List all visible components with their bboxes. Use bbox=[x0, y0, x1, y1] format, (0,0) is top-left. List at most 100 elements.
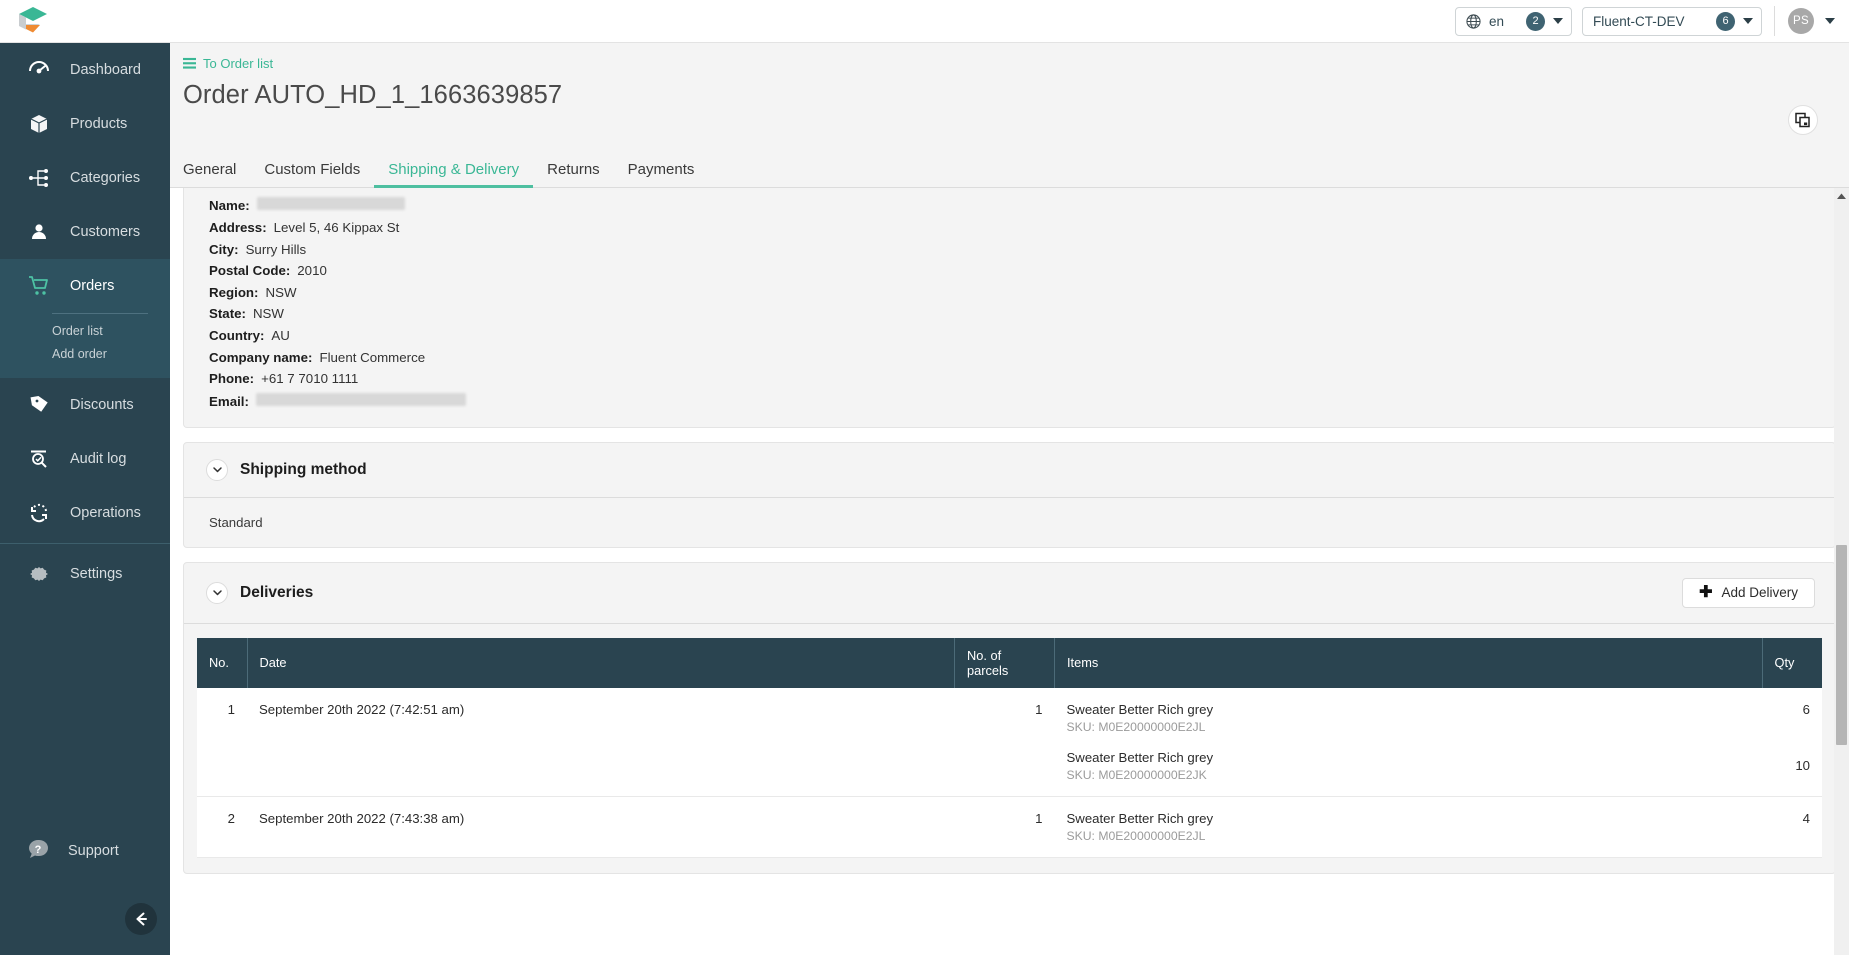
orders-subnav: Order list Add order bbox=[0, 313, 170, 378]
chevron-down-icon bbox=[1553, 18, 1563, 24]
table-header-row: No. Date No. of parcels Items Qty bbox=[197, 638, 1822, 688]
table-row[interactable]: 1 September 20th 2022 (7:42:51 am) 1 Swe… bbox=[197, 688, 1822, 797]
sidebar-item-settings[interactable]: Settings bbox=[0, 547, 170, 601]
sidebar-item-discounts[interactable]: Discounts bbox=[0, 378, 170, 432]
address-value: NSW bbox=[253, 306, 284, 321]
sidebar-item-operations[interactable]: Operations bbox=[0, 486, 170, 540]
item-sku: SKU: M0E20000000E2JK bbox=[1067, 768, 1751, 782]
deliveries-collapse-toggle[interactable] bbox=[206, 582, 228, 604]
dashboard-icon bbox=[26, 57, 52, 83]
item-qty: 4 bbox=[1774, 811, 1810, 826]
item-qty: 6 bbox=[1774, 702, 1810, 717]
chevron-down-icon bbox=[212, 587, 223, 598]
add-delivery-label: Add Delivery bbox=[1721, 585, 1798, 600]
address-label: State: bbox=[209, 306, 246, 321]
cell-qty: 6 10 bbox=[1762, 688, 1822, 797]
sidebar-item-label: Categories bbox=[70, 170, 140, 186]
address-label: City: bbox=[209, 242, 239, 257]
tab-shipping-and-delivery[interactable]: Shipping & Delivery bbox=[374, 161, 533, 187]
sidebar-item-label: Audit log bbox=[70, 451, 126, 467]
audit-search-icon bbox=[26, 446, 52, 472]
duplicate-order-button[interactable] bbox=[1788, 105, 1818, 135]
sidebar-item-customers[interactable]: Customers bbox=[0, 205, 170, 259]
item-name: Sweater Better Rich grey bbox=[1067, 750, 1751, 765]
app-logo[interactable] bbox=[0, 0, 200, 43]
address-row: Country: AU bbox=[184, 325, 1835, 347]
sidebar-item-dashboard[interactable]: Dashboard bbox=[0, 43, 170, 97]
tab-general[interactable]: General bbox=[183, 161, 250, 187]
environment-selector[interactable]: Fluent-CT-DEV 6 bbox=[1582, 7, 1762, 36]
delivery-item: Sweater Better Rich grey SKU: M0E2000000… bbox=[1067, 750, 1751, 782]
table-row[interactable]: 2 September 20th 2022 (7:43:38 am) 1 Swe… bbox=[197, 796, 1822, 857]
deliveries-table-wrap: No. Date No. of parcels Items Qty 1 Sept… bbox=[184, 624, 1835, 873]
item-name: Sweater Better Rich grey bbox=[1067, 702, 1751, 717]
content-scrollbar[interactable] bbox=[1834, 188, 1849, 955]
cell-date: September 20th 2022 (7:42:51 am) bbox=[247, 688, 955, 797]
address-row: Email: bbox=[184, 390, 1835, 413]
avatar[interactable]: PS bbox=[1788, 8, 1814, 34]
sidebar-item-categories[interactable]: Categories bbox=[0, 151, 170, 205]
address-row: Region: NSW bbox=[184, 282, 1835, 304]
main-content: To Order list Order AUTO_HD_1_1663639857… bbox=[170, 43, 1849, 955]
column-header-qty: Qty bbox=[1762, 638, 1822, 688]
cell-parcels: 1 bbox=[955, 796, 1055, 857]
page-title: Order AUTO_HD_1_1663639857 bbox=[183, 81, 1849, 110]
address-value: +61 7 7010 1111 bbox=[261, 371, 358, 386]
sidebar-item-label: Support bbox=[68, 843, 119, 859]
deliveries-table: No. Date No. of parcels Items Qty 1 Sept… bbox=[197, 638, 1822, 858]
item-qty: 10 bbox=[1774, 758, 1810, 773]
address-label: Address: bbox=[209, 220, 267, 235]
tab-returns[interactable]: Returns bbox=[533, 161, 614, 187]
deliveries-panel: Deliveries ✚ Add Delivery No. Date No. o… bbox=[183, 562, 1836, 874]
arrow-left-icon bbox=[132, 910, 150, 928]
shipping-method-title: Shipping method bbox=[240, 461, 367, 479]
environment-count-badge: 6 bbox=[1716, 12, 1735, 31]
user-menu-chevron-down-icon[interactable] bbox=[1825, 18, 1835, 24]
deliveries-title: Deliveries bbox=[240, 584, 313, 602]
column-header-parcels: No. of parcels bbox=[955, 638, 1055, 688]
column-header-date: Date bbox=[247, 638, 955, 688]
cell-qty: 4 bbox=[1762, 796, 1822, 857]
help-bubble-icon: ? bbox=[26, 837, 50, 865]
list-icon bbox=[183, 57, 196, 70]
refresh-dots-icon bbox=[26, 500, 52, 526]
globe-icon bbox=[1466, 14, 1481, 29]
address-row: Company name: Fluent Commerce bbox=[184, 347, 1835, 369]
tag-icon bbox=[26, 392, 52, 418]
sidebar: Dashboard Products Categories bbox=[0, 43, 170, 955]
sidebar-item-products[interactable]: Products bbox=[0, 97, 170, 151]
sitemap-icon bbox=[26, 165, 52, 191]
shipping-method-collapse-toggle[interactable] bbox=[206, 459, 228, 481]
sidebar-item-audit-log[interactable]: Audit log bbox=[0, 432, 170, 486]
redacted-value bbox=[256, 393, 466, 406]
address-label: Region: bbox=[209, 285, 259, 300]
breadcrumb[interactable]: To Order list bbox=[183, 53, 1849, 71]
address-label: Name: bbox=[209, 198, 250, 213]
environment-label: Fluent-CT-DEV bbox=[1593, 14, 1708, 29]
column-header-no: No. bbox=[197, 638, 247, 688]
column-header-items: Items bbox=[1055, 638, 1763, 688]
chevron-down-icon bbox=[1743, 18, 1753, 24]
address-row: Name: bbox=[184, 194, 1835, 217]
language-selector[interactable]: en 2 bbox=[1455, 7, 1572, 36]
redacted-value bbox=[257, 197, 405, 210]
cart-icon bbox=[26, 273, 52, 299]
address-label: Company name: bbox=[209, 350, 312, 365]
tab-payments[interactable]: Payments bbox=[614, 161, 709, 187]
scrollbar-thumb[interactable] bbox=[1836, 545, 1847, 745]
shipping-method-value: Standard bbox=[184, 498, 1835, 547]
add-delivery-button[interactable]: ✚ Add Delivery bbox=[1682, 578, 1815, 608]
address-label: Postal Code: bbox=[209, 263, 290, 278]
address-value: NSW bbox=[266, 285, 297, 300]
sidebar-item-orders[interactable]: Orders bbox=[0, 259, 170, 313]
address-label: Phone: bbox=[209, 371, 254, 386]
shipping-address-panel: Name: Address: Level 5, 46 Kippax St Cit… bbox=[183, 188, 1836, 428]
tab-custom-fields[interactable]: Custom Fields bbox=[250, 161, 374, 187]
sidebar-subitem-add-order[interactable]: Add order bbox=[0, 345, 170, 363]
scroll-up-arrow-icon[interactable] bbox=[1836, 192, 1847, 201]
address-value: AU bbox=[271, 328, 289, 343]
gear-icon bbox=[26, 561, 52, 587]
sidebar-collapse-button[interactable] bbox=[125, 903, 157, 935]
sidebar-subitem-order-list[interactable]: Order list bbox=[0, 322, 170, 340]
sidebar-item-support[interactable]: ? Support bbox=[0, 829, 170, 873]
